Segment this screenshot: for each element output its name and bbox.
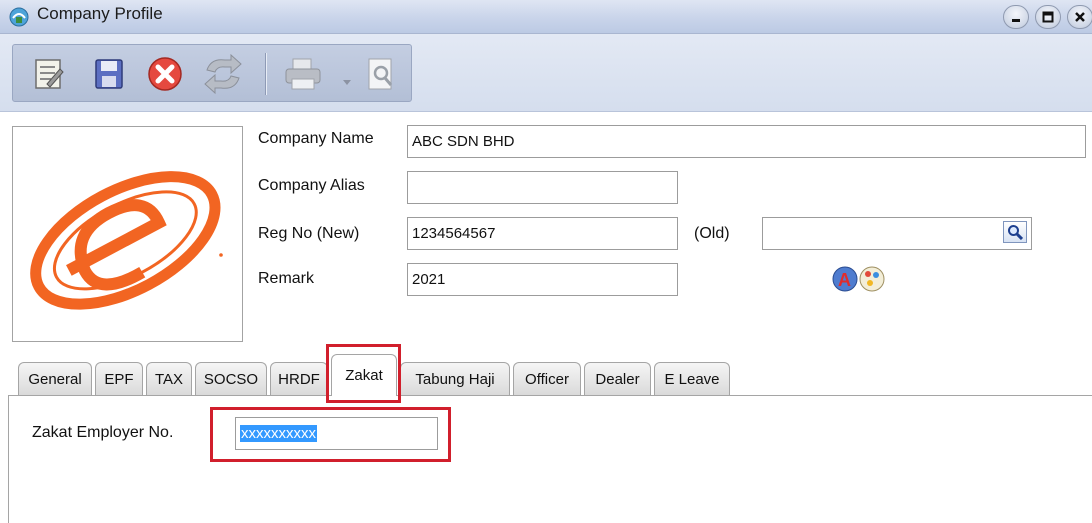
tab-tabung-haji[interactable]: Tabung Haji (400, 362, 510, 395)
tab-e-leave[interactable]: E Leave (654, 362, 730, 395)
save-button[interactable] (87, 52, 131, 96)
app-icon (9, 7, 29, 27)
font-settings-button[interactable]: A (832, 264, 890, 294)
zakat-tab-highlight (326, 344, 401, 403)
close-icon (1075, 12, 1085, 22)
reg-no-new-label: Reg No (New) (258, 225, 360, 242)
tab-epf[interactable]: EPF (95, 362, 143, 395)
zakat-tab-panel (8, 395, 1092, 523)
maximize-button[interactable] (1035, 5, 1061, 29)
print-preview-icon (368, 58, 393, 90)
search-icon (1008, 225, 1023, 240)
print-preview-button[interactable] (359, 52, 403, 96)
minimize-icon (1012, 19, 1020, 22)
toolbar-separator (265, 53, 267, 95)
save-icon (95, 59, 123, 89)
chevron-down-icon (343, 80, 351, 85)
tab-general[interactable]: General (18, 362, 92, 395)
company-alias-field[interactable] (407, 171, 678, 204)
remark-label: Remark (258, 270, 315, 287)
tab-tax[interactable]: TAX (146, 362, 192, 395)
reg-no-lookup-button[interactable] (1003, 221, 1027, 243)
tab-officer[interactable]: Officer (513, 362, 581, 395)
zakat-employer-no-label: Zakat Employer No. (32, 424, 174, 441)
svg-text:A: A (838, 270, 851, 290)
company-name-label: Company Name (258, 130, 374, 147)
tab-hrdf[interactable]: HRDF (270, 362, 328, 395)
reg-no-old-label: (Old) (694, 225, 730, 242)
title-bar: Company Profile (0, 0, 1092, 34)
edit-button[interactable] (27, 52, 71, 96)
company-name-field[interactable]: ABC SDN BHD (407, 125, 1086, 158)
maximize-icon (1042, 11, 1054, 23)
print-button[interactable] (281, 52, 325, 96)
refresh-button[interactable] (201, 52, 245, 96)
printer-icon (285, 58, 321, 90)
reg-no-new-field[interactable]: 1234564567 (407, 217, 678, 250)
company-logo-box[interactable] (12, 126, 243, 342)
toolbar (0, 34, 1092, 112)
minimize-button[interactable] (1003, 5, 1029, 29)
print-dropdown-arrow[interactable] (343, 73, 351, 85)
close-button[interactable] (1067, 5, 1092, 29)
window-title: Company Profile (37, 4, 163, 23)
refresh-icon (204, 54, 242, 94)
font-icon: A (832, 266, 885, 292)
remark-field[interactable]: 2021 (407, 263, 678, 296)
tab-dealer[interactable]: Dealer (584, 362, 651, 395)
cancel-icon (148, 57, 182, 91)
toolbar-strip (12, 44, 412, 102)
edit-icon (35, 59, 64, 89)
reg-no-old-field[interactable] (762, 217, 1032, 250)
cancel-button[interactable] (143, 52, 187, 96)
company-logo (30, 171, 223, 310)
zakat-field-highlight (210, 407, 451, 462)
company-alias-label: Company Alias (258, 177, 365, 194)
tab-socso[interactable]: SOCSO (195, 362, 267, 395)
